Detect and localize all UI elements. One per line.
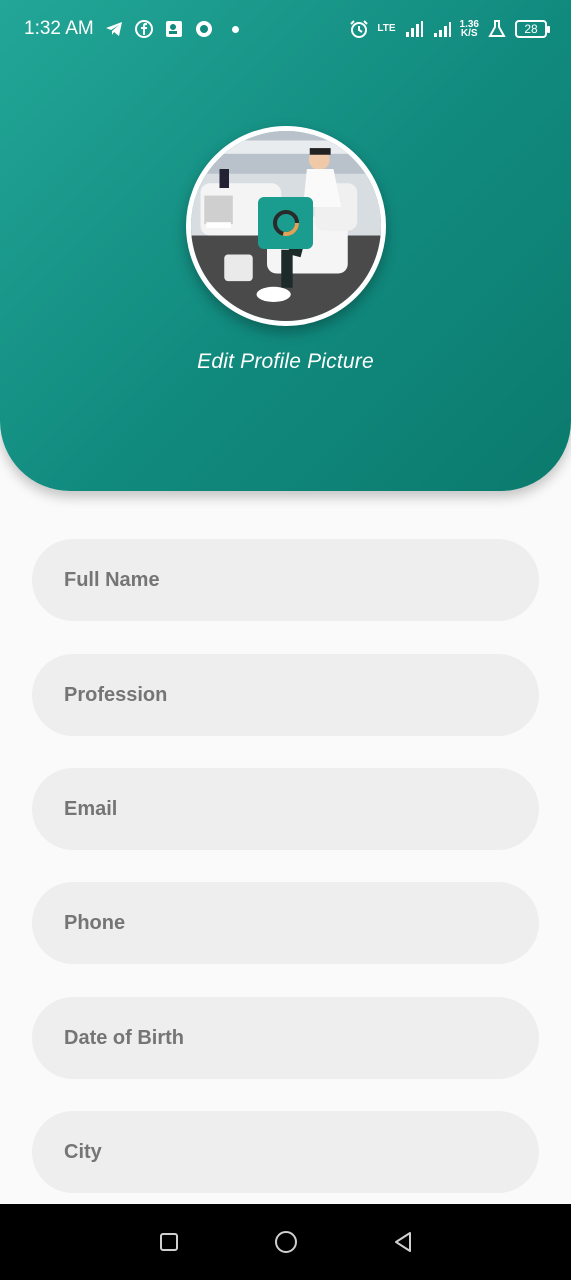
camera-button[interactable]	[258, 197, 313, 249]
edit-profile-picture-label[interactable]: Edit Profile Picture	[0, 350, 571, 374]
recents-icon	[159, 1233, 178, 1251]
date-of-birth-field[interactable]: Date of Birth	[32, 997, 539, 1079]
battery-level: 28	[524, 22, 538, 36]
city-field[interactable]: City	[32, 1111, 539, 1193]
camera-icon	[272, 210, 299, 236]
vpn-icon	[195, 21, 212, 37]
status-icons-left	[104, 19, 239, 39]
telegram-icon	[105, 22, 122, 36]
back-icon	[394, 1232, 411, 1252]
date-of-birth-placeholder: Date of Birth	[64, 1026, 184, 1049]
facebook-icon	[134, 20, 153, 38]
lab-icon	[488, 20, 506, 37]
notification-dot-icon	[231, 25, 239, 33]
recents-button[interactable]	[154, 1227, 184, 1257]
status-bar: 1:32 AM LTE 1.36 K/S 28	[0, 0, 571, 58]
system-nav-bar	[0, 1204, 571, 1280]
full-name-field[interactable]: Full Name	[32, 539, 539, 621]
lte-signal-icon	[405, 21, 423, 37]
home-icon	[274, 1231, 297, 1253]
phone-field[interactable]: Phone	[32, 882, 539, 964]
phone-placeholder: Phone	[64, 911, 126, 934]
battery-icon: 28	[515, 20, 550, 38]
alarm-icon	[350, 20, 369, 38]
full-name-placeholder: Full Name	[64, 568, 160, 591]
signal-icon	[433, 22, 451, 37]
lte-label: LTE	[377, 23, 396, 34]
contact-card-icon	[165, 21, 182, 37]
email-field[interactable]: Email	[32, 768, 539, 850]
status-time: 1:32 AM	[24, 18, 94, 39]
back-button[interactable]	[388, 1227, 418, 1257]
city-placeholder: City	[64, 1140, 102, 1163]
email-placeholder: Email	[64, 797, 118, 820]
profession-placeholder: Profession	[64, 683, 168, 706]
profession-field[interactable]: Profession	[32, 654, 539, 736]
status-icons-right: LTE 1.36 K/S 28	[349, 19, 550, 39]
home-button[interactable]	[271, 1227, 301, 1257]
network-rate: 1.36 K/S	[460, 20, 479, 39]
network-rate-unit: K/S	[460, 28, 478, 39]
